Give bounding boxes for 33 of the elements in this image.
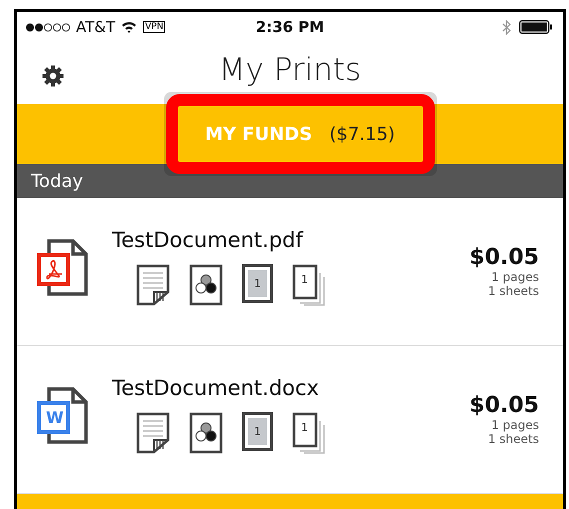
color-circles-icon: [189, 412, 223, 454]
status-time: 2:36 PM: [256, 18, 324, 36]
page-corner-icon: [136, 412, 170, 454]
file-name: TestDocument.pdf: [112, 228, 304, 252]
section-title: Today: [31, 170, 84, 192]
wifi-icon: [121, 21, 138, 33]
bluetooth-icon: [502, 20, 511, 34]
stacked-pages-icon: [292, 412, 328, 454]
signal-icon: [26, 22, 70, 32]
file-name: TestDocument.docx: [112, 376, 320, 400]
carrier-name: AT&T: [76, 18, 116, 36]
color-circles-icon: [189, 264, 223, 306]
sheet-count-text: 1 sheets: [488, 284, 539, 298]
copy-count: 1: [301, 420, 308, 434]
print-row[interactable]: TestDocument.pdf 1 1 $0.05 1 pages 1 sheets: [17, 198, 563, 346]
settings-button[interactable]: [41, 64, 65, 88]
print-row[interactable]: W TestDocument.docx 1 1 $0.05 1 pages 1 sheets: [17, 346, 563, 494]
settings-icon: [41, 64, 65, 88]
sheet-count-text: 1 sheets: [488, 432, 539, 446]
stacked-pages-icon: [292, 264, 328, 306]
page-count-text: 1 pages: [491, 270, 539, 284]
battery-icon: [519, 20, 553, 34]
screen-title: My Prints: [218, 52, 362, 90]
page-count-text: 1 pages: [491, 418, 539, 432]
copy-count: 1: [301, 272, 308, 286]
word-letter: W: [46, 408, 64, 427]
price: $0.05: [469, 245, 539, 270]
vpn-badge: VPN: [143, 21, 166, 33]
my-funds-button[interactable]: MY FUNDS ($7.15): [178, 106, 422, 162]
page-count: 1: [254, 276, 261, 290]
page-corner-icon: [136, 264, 170, 306]
price: $0.05: [469, 393, 539, 418]
page-count: 1: [254, 424, 261, 438]
